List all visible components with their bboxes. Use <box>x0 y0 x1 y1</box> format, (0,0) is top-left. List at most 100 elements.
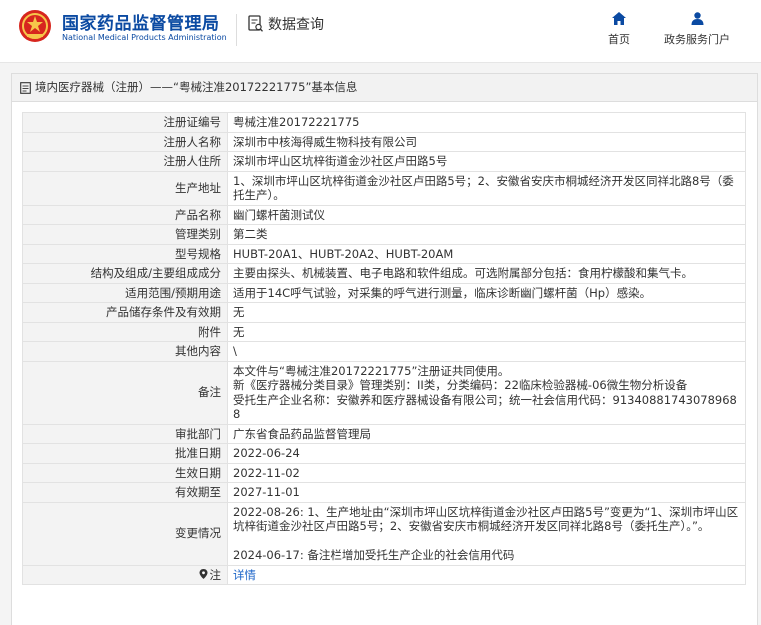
row-label-text: 批准日期 <box>175 446 221 460</box>
header-divider <box>236 14 237 46</box>
search-document-icon <box>248 15 263 32</box>
row-value-text: 无 <box>233 305 245 319</box>
info-row: 批准日期 2022-06-24 <box>22 443 746 464</box>
brand-title-cn: 国家药品监督管理局 <box>62 14 220 34</box>
row-label-text: 审批部门 <box>175 426 221 441</box>
row-value-text: 深圳市坪山区坑梓街道金沙社区卢田路5号 <box>233 154 448 168</box>
info-row: 注详情 <box>22 564 746 585</box>
row-label: 结构及组成/主要组成成分 <box>22 263 228 284</box>
info-row: 生效日期 2022-11-02 <box>22 462 746 483</box>
row-value-text: 无 <box>233 324 245 339</box>
row-label-text: 注 <box>209 567 222 582</box>
row-value-line: 2024-06-17: 备注栏增加受托生产企业的社会信用代码 <box>233 548 515 562</box>
row-label-text: 适用范围/预期用途 <box>125 285 221 300</box>
row-label: 有效期至 <box>22 482 228 503</box>
row-label-text: 生效日期 <box>175 465 221 480</box>
row-label-text: 管理类别 <box>175 227 221 241</box>
row-value-text: 主要由探头、机械装置、电子电路和软件组成。可选附属部分包括：食用柠檬酸和集气卡。 <box>233 266 693 280</box>
row-value-line: 受托生产企业名称：安徽养和医疗器械设备有限公司；统一社会信用代码：9134088… <box>233 392 737 422</box>
row-label-text: 产品储存条件及有效期 <box>106 305 221 319</box>
details-link[interactable]: 详情 <box>233 568 256 582</box>
row-value-line: 本文件与“粤械注准20172221775”注册证共同使用。 <box>233 363 510 378</box>
row-value: 第二类 <box>227 224 746 245</box>
row-value: 2022-11-02 <box>227 462 746 483</box>
row-label-text: 有效期至 <box>175 485 221 499</box>
row-value: 2022-08-26: 1、生产地址由“深圳市坪山区坑梓街道金沙社区卢田路5号”… <box>227 501 746 566</box>
row-label: 变更情况 <box>22 501 228 566</box>
row-value-text: 幽门螺杆菌测试仪 <box>233 207 325 222</box>
brand-title-en: National Medical Products Administration <box>62 33 227 42</box>
panel-title-text: 境内医疗器械（注册）——“粤械注准20172221775”基本信息 <box>35 80 358 94</box>
row-label-text: 附件 <box>198 324 221 339</box>
row-label: 型号规格 <box>22 243 228 264</box>
row-label: 适用范围/预期用途 <box>22 282 228 303</box>
row-value-text: 适用于14C呼气试验，对采集的呼气进行测量，临床诊断幽门螺杆菌（Hp）感染。 <box>233 285 652 300</box>
info-row: 备注 本文件与“粤械注准20172221775”注册证共同使用。 新《医疗器械分类目… <box>22 360 746 425</box>
info-row: 注册人住所 深圳市坪山区坑梓街道金沙社区卢田路5号 <box>22 151 746 172</box>
row-label-text: 注册证编号 <box>163 115 222 129</box>
info-row: 注册证编号 粤械注准20172221775 <box>22 112 746 133</box>
row-value: HUBT-20A1、HUBT-20A2、HUBT-20AM <box>227 243 746 264</box>
row-value: 深圳市坪山区坑梓街道金沙社区卢田路5号 <box>227 151 746 172</box>
info-row: 产品储存条件及有效期无 <box>22 302 746 323</box>
info-row: 变更情况 2022-08-26: 1、生产地址由“深圳市坪山区坑梓街道金沙社区卢田… <box>22 501 746 566</box>
row-value: 主要由探头、机械装置、电子电路和软件组成。可选附属部分包括：食用柠檬酸和集气卡。 <box>227 263 746 284</box>
data-query-label: 数据查询 <box>268 17 324 33</box>
row-value: 2027-11-01 <box>227 482 746 503</box>
info-row: 其他内容 \ <box>22 341 746 362</box>
info-row: 结构及组成/主要组成成分 主要由探头、机械装置、电子电路和软件组成。可选附属部分包… <box>22 263 746 284</box>
nav-gov-service-portal[interactable]: 政务服务门户 <box>664 12 730 47</box>
home-icon <box>612 12 626 25</box>
row-label: 审批部门 <box>22 423 228 444</box>
row-value-text: 1、深圳市坪山区坑梓街道金沙社区卢田路5号；2、安徽省安庆市桐城经济开发区同祥北… <box>233 173 734 203</box>
row-label: 生效日期 <box>22 462 228 483</box>
row-value-line: 2022-08-26: 1、生产地址由“深圳市坪山区坑梓街道金沙社区卢田路5号”… <box>233 504 739 534</box>
site-header: 国家药品监督管理局 National Medical Products Admi… <box>0 0 761 63</box>
user-icon <box>691 12 703 25</box>
row-value: 幽门螺杆菌测试仪 <box>227 204 746 225</box>
row-label-text: 变更情况 <box>175 526 221 541</box>
row-value: 深圳市中核海得威生物科技有限公司 <box>227 131 746 152</box>
data-query-link[interactable]: 数据查询 <box>248 14 324 34</box>
nav-home-label: 首页 <box>608 33 630 46</box>
nav-home[interactable]: 首页 <box>608 12 630 47</box>
row-value-text: \ <box>233 344 237 358</box>
row-value-text: HUBT-20A1、HUBT-20A2、HUBT-20AM <box>233 246 454 261</box>
info-row: 注册人名称 深圳市中核海得威生物科技有限公司 <box>22 131 746 152</box>
row-label: 管理类别 <box>22 224 228 245</box>
row-value-text: 粤械注准20172221775 <box>233 115 360 129</box>
row-label-text: 注册人名称 <box>163 134 222 149</box>
row-value: 1、深圳市坪山区坑梓街道金沙社区卢田路5号；2、安徽省安庆市桐城经济开发区同祥北… <box>227 170 746 206</box>
location-pin-icon <box>199 568 207 579</box>
detail-panel: 境内医疗器械（注册）——“粤械注准20172221775”基本信息 注册证编号粤… <box>11 73 758 625</box>
info-row: 适用范围/预期用途 适用于14C呼气试验，对采集的呼气进行测量，临床诊断幽门螺杆菌… <box>22 282 746 303</box>
registration-info-table: 注册证编号 粤械注准20172221775 注册人名称 深圳市中核海得威生物科技有限公… <box>22 112 746 585</box>
row-value: 2022-06-24 <box>227 443 746 464</box>
row-label: 附件 <box>22 321 228 342</box>
panel-title: 境内医疗器械（注册）——“粤械注准20172221775”基本信息 <box>12 74 757 102</box>
row-value-text: 2022-11-02 <box>233 465 300 480</box>
row-value: 无 <box>227 321 746 342</box>
info-row: 管理类别 第二类 <box>22 224 746 245</box>
row-value: \ <box>227 341 746 362</box>
nav-portal-label: 政务服务门户 <box>664 33 730 46</box>
info-row: 附件无 <box>22 321 746 342</box>
row-value-line <box>233 534 740 549</box>
row-value: 广东省食品药品监督管理局 <box>227 423 746 444</box>
row-label: 注册人名称 <box>22 131 228 152</box>
info-row: 生产地址 1、深圳市坪山区坑梓街道金沙社区卢田路5号；2、安徽省安庆市桐城经济开发… <box>22 170 746 206</box>
row-label: 备注 <box>22 360 228 425</box>
row-label-text: 注册人住所 <box>163 154 222 168</box>
row-value: 详情 <box>227 564 746 585</box>
row-label-text: 生产地址 <box>175 180 221 195</box>
row-value-text: 深圳市中核海得威生物科技有限公司 <box>233 134 417 149</box>
row-label: 产品名称 <box>22 204 228 225</box>
row-label: 生产地址 <box>22 170 228 206</box>
row-value: 本文件与“粤械注准20172221775”注册证共同使用。 新《医疗器械分类目录》… <box>227 360 746 425</box>
row-value-text: 广东省食品药品监督管理局 <box>233 426 371 441</box>
row-label: 其他内容 <box>22 341 228 362</box>
row-label-text: 结构及组成/主要组成成分 <box>90 266 221 280</box>
row-label-text: 产品名称 <box>175 207 221 222</box>
row-value-text: 第二类 <box>233 227 268 241</box>
row-label: 注册人住所 <box>22 151 228 172</box>
